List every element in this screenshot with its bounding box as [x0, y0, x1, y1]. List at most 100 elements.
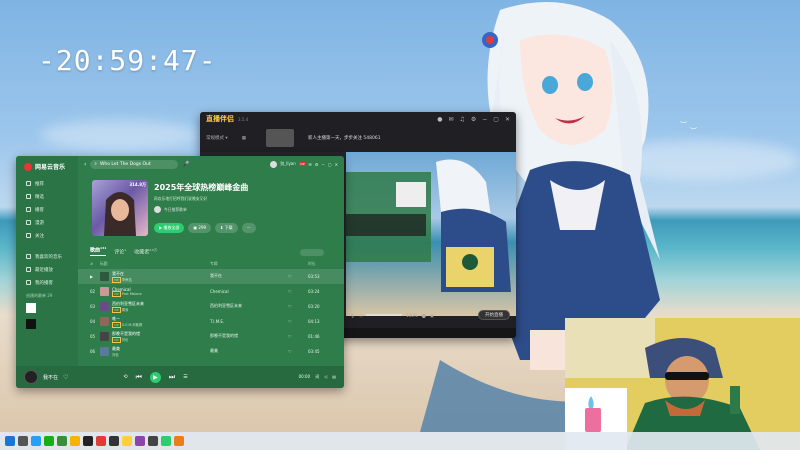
player-bar: 我不在 ♡ ⟲ ⏮ ▶ ⏭ ☰ 00:00 词 ◁ ▤: [16, 366, 344, 388]
account-area[interactable]: 别_llyan VIP ✉ ⚙ − ▢ ✕: [270, 160, 338, 168]
search-box[interactable]: ⌕ Who Let The Dogs Out: [90, 159, 179, 169]
track-cover: [100, 271, 109, 281]
play-all-button[interactable]: ▶ 播放全部: [154, 223, 185, 233]
app-icon[interactable]: [174, 436, 184, 446]
volume-slider[interactable]: [366, 314, 403, 316]
start-icon[interactable]: [5, 436, 15, 446]
playlist-cover[interactable]: [26, 319, 36, 329]
follow-icon: [26, 233, 31, 238]
nav-item-follow[interactable]: 关注: [16, 229, 78, 242]
play-count: 314.8万: [129, 182, 146, 187]
settings-icon[interactable]: ⚙: [471, 116, 476, 123]
back-icon[interactable]: ‹: [84, 161, 86, 168]
playlist-section-label: 创建的歌单 29: [26, 293, 53, 298]
nav-item-podcast[interactable]: 播客: [16, 203, 78, 216]
playlist-search-input[interactable]: [300, 248, 324, 256]
live-companion-icon[interactable]: [122, 436, 132, 446]
like-icon[interactable]: ♡: [63, 374, 68, 381]
playlist-creator[interactable]: 今日推荐歌单: [164, 207, 187, 213]
app-icon[interactable]: [83, 436, 93, 446]
tab-comments[interactable]: 评论1: [114, 248, 126, 256]
mail-icon[interactable]: ✉: [309, 162, 312, 167]
start-live-button[interactable]: 开始直播: [478, 310, 510, 320]
nav-item-roam[interactable]: 漫游: [16, 216, 78, 229]
camera-icon[interactable]: ▣: [430, 313, 434, 318]
netease-music-icon[interactable]: [96, 436, 106, 446]
podcast-icon: [26, 207, 31, 212]
collect-button[interactable]: ▣ 299: [188, 223, 212, 233]
heart-icon[interactable]: ♡: [288, 289, 308, 294]
wallpaper-cloud: [40, 120, 200, 150]
settings-icon[interactable]: ⚙: [315, 162, 319, 167]
track-cover: [100, 346, 109, 356]
playlist-tabs: 歌曲141 评论1 收藏者2.0万: [78, 236, 344, 256]
cover-art: [104, 192, 136, 236]
record-icon[interactable]: ⬤: [422, 313, 426, 318]
now-playing-cover[interactable]: [24, 370, 38, 384]
maximize-icon[interactable]: ▢: [493, 116, 499, 123]
lyrics-icon[interactable]: 词: [315, 374, 319, 380]
track-row[interactable]: ▶ 我不在 VIP 李荣浩 我不在 ♡ 03:53: [78, 268, 344, 284]
shuffle-icon[interactable]: ⟲: [123, 374, 127, 380]
preview-thumbnail[interactable]: [265, 129, 294, 147]
playlist-cover[interactable]: [26, 303, 36, 313]
headset-icon[interactable]: ♫: [459, 116, 464, 123]
track-row[interactable]: 02 Chemical VIP Post Malone Chemical ♡ 03:…: [78, 284, 344, 299]
mode-selector[interactable]: 常规模式 ▾: [206, 135, 228, 141]
heart-icon[interactable]: ♡: [288, 319, 308, 324]
minimize-icon[interactable]: −: [482, 116, 487, 123]
edge-icon[interactable]: [31, 436, 41, 446]
next-icon[interactable]: ⏭: [169, 373, 175, 382]
queue-icon[interactable]: ▤: [332, 374, 336, 380]
live-titlebar: 直播伴侣 3.5.4 ● ✉ ♫ ⚙ − ▢ ✕: [200, 112, 516, 126]
app-icon[interactable]: [109, 436, 119, 446]
heart-icon[interactable]: ♡: [288, 274, 308, 279]
tab-collectors[interactable]: 收藏者2.0万: [134, 248, 157, 256]
nav-item-recent[interactable]: 最近播放: [16, 263, 78, 276]
app-icon[interactable]: [161, 436, 171, 446]
avatar-icon[interactable]: ●: [437, 116, 442, 123]
nav-item-featured[interactable]: 精选: [16, 190, 78, 203]
minimize-icon[interactable]: −: [322, 162, 325, 167]
desktop-clock: -20:59:47-: [38, 44, 217, 77]
maximize-icon[interactable]: ▢: [328, 162, 332, 167]
more-button[interactable]: ···: [241, 223, 256, 233]
search-value: Who Let The Dogs Out: [99, 161, 151, 167]
tab-songs[interactable]: 歌曲141: [90, 246, 107, 256]
nav-item-recommend[interactable]: 推荐: [16, 177, 78, 190]
wechat-icon[interactable]: [44, 436, 54, 446]
play-button[interactable]: ▶: [149, 371, 161, 383]
previous-icon[interactable]: ⏮: [136, 373, 142, 382]
track-row[interactable]: 03 西伯利亚雪区未来 VIP 周深 西伯利亚雪区未来 ♡ 03:20: [78, 299, 344, 314]
mail-icon[interactable]: ✉: [448, 116, 453, 123]
speaker-icon[interactable]: ◁: [359, 313, 362, 318]
search-icon[interactable]: [18, 436, 28, 446]
mic-icon[interactable]: 🎙: [350, 313, 355, 318]
close-icon[interactable]: ✕: [335, 162, 338, 167]
track-row[interactable]: 04 唯一 VIP G.E.M.邓紫棋 T.I.M.E. ♡ 04:13: [78, 314, 344, 329]
track-table-header: # 标题 专辑 时长: [90, 260, 316, 266]
brand-name: 网易云音乐: [35, 164, 66, 171]
heart-icon[interactable]: ♡: [288, 334, 308, 339]
avatar: [270, 160, 278, 168]
nav-item-liked-music[interactable]: 我喜欢的音乐: [16, 250, 78, 263]
playlist-icon[interactable]: ☰: [183, 374, 187, 380]
heart-icon[interactable]: ♡: [288, 304, 308, 309]
vip-badge-icon: VIP: [112, 321, 121, 328]
volume-icon[interactable]: ◁: [324, 374, 327, 380]
close-icon[interactable]: ✕: [505, 116, 510, 123]
download-button[interactable]: ⬇ 下载: [215, 223, 238, 233]
music-main: ‹ ⌕ Who Let The Dogs Out 🎤 别_llyan VIP ✉…: [78, 156, 344, 366]
folder-icon[interactable]: [70, 436, 80, 446]
layout-icon[interactable]: ▦: [242, 136, 246, 141]
playlist-header: 314.8万 2025年全球热榜巅峰金曲 再欢乐地打招呼我们说晚安又好 今日推荐…: [78, 172, 344, 236]
app-icon[interactable]: [135, 436, 145, 446]
voice-search-icon[interactable]: 🎤: [182, 161, 189, 168]
playlist-desc: 再欢乐地打招呼我们说晚安又好: [154, 196, 208, 201]
track-row[interactable]: 06 最美 刘也 最美 ♡ 03:45: [78, 344, 344, 359]
app-icon[interactable]: [57, 436, 67, 446]
app-icon[interactable]: [148, 436, 158, 446]
nav-item-my-podcast[interactable]: 我的播客: [16, 276, 78, 289]
track-row[interactable]: 05 那晚不是我的错 VIP 刘也 那晚不是我的错 ♡ 01:46: [78, 329, 344, 344]
heart-icon[interactable]: ♡: [288, 349, 308, 354]
